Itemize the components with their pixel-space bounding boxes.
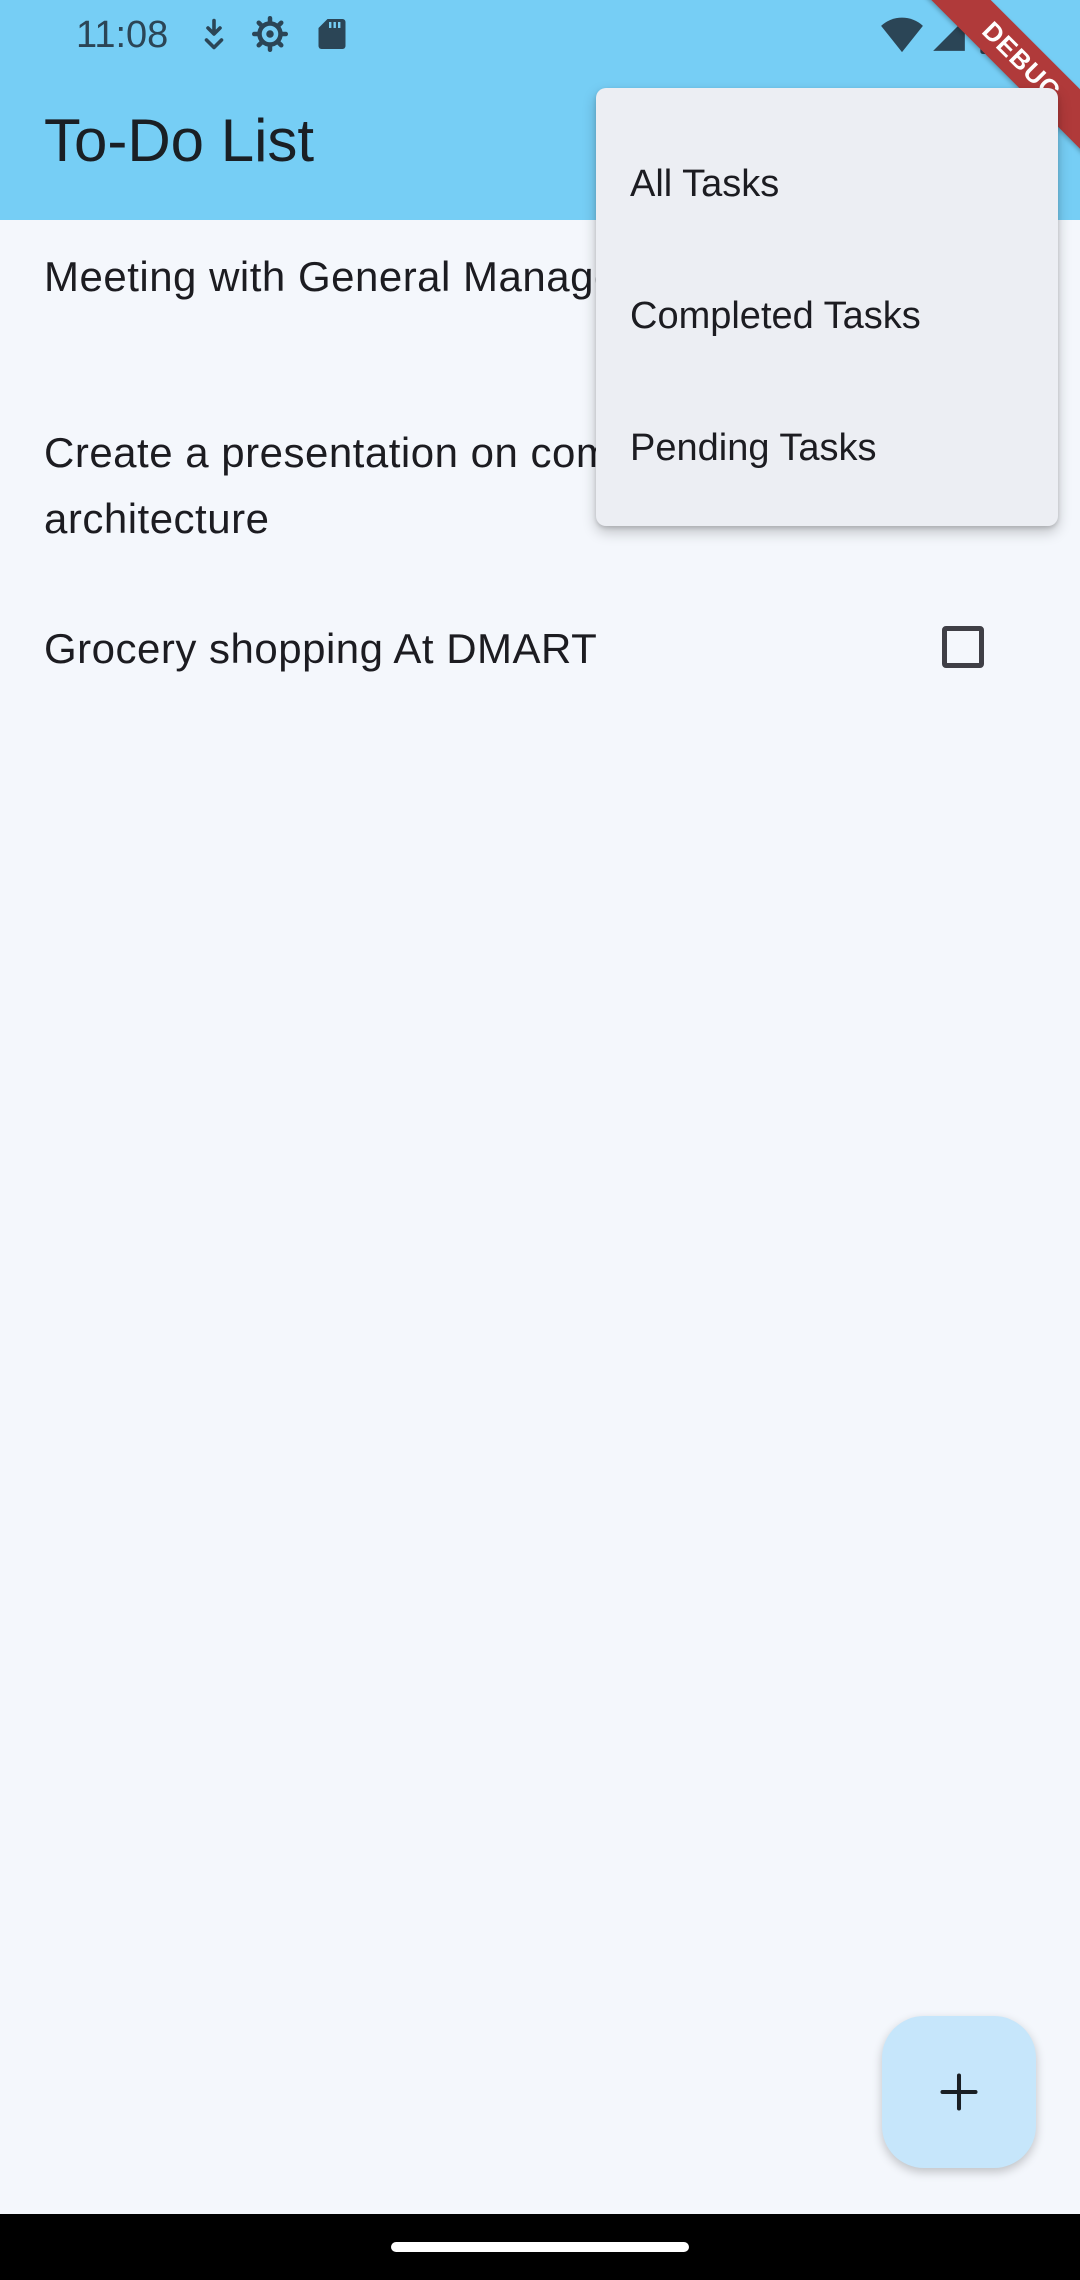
cell-signal-icon [933,19,965,51]
task-text: Grocery shopping At DMART [44,625,598,672]
plus-icon [940,2073,978,2111]
page-title: To-Do List [44,107,315,174]
task-checkbox[interactable] [942,626,984,668]
status-bar: 11:08 [0,0,1080,70]
system-nav-bar [0,2214,1080,2280]
download-icon [204,18,224,50]
filter-popup-menu: All Tasks Completed Tasks Pending Tasks [596,88,1058,526]
home-gesture-handle[interactable] [391,2242,689,2252]
battery-icon [980,14,1004,54]
menu-item-pending-tasks[interactable]: Pending Tasks [596,382,1058,514]
add-task-button[interactable] [882,2016,1036,2168]
menu-item-all-tasks[interactable]: All Tasks [596,118,1058,250]
status-time: 11:08 [76,14,169,56]
wifi-icon [881,17,923,53]
sd-card-icon [318,19,346,49]
task-item[interactable]: Grocery shopping At DMART [44,616,1044,682]
settings-gear-icon [252,16,288,52]
menu-item-completed-tasks[interactable]: Completed Tasks [596,250,1058,382]
